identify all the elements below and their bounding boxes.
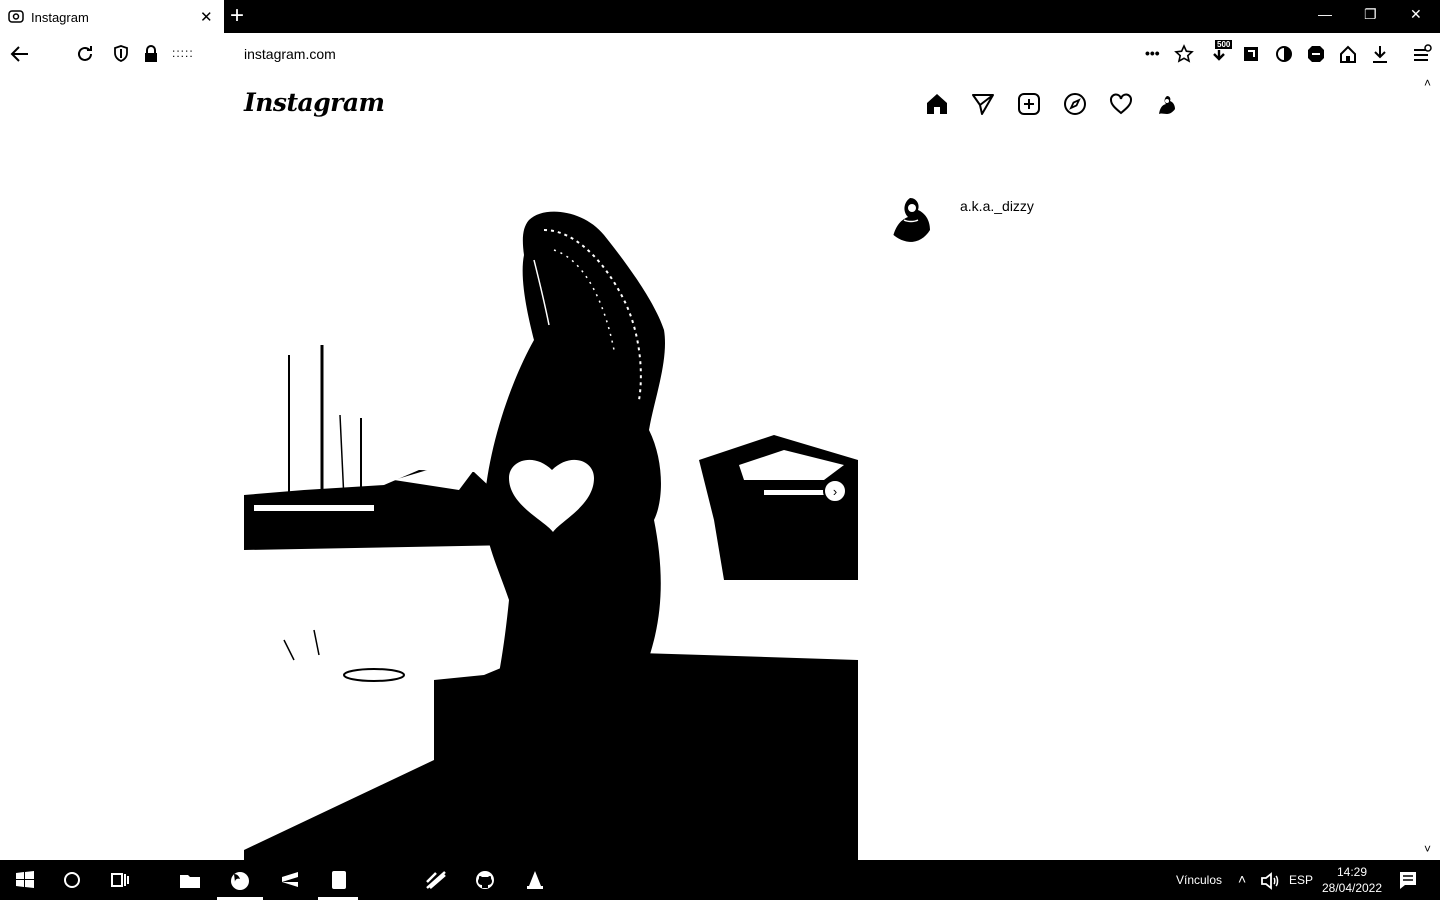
extension-icon[interactable] bbox=[1240, 43, 1262, 65]
home-icon[interactable] bbox=[1337, 43, 1359, 65]
profile-avatar-icon[interactable] bbox=[1155, 92, 1179, 116]
task-view-icon[interactable] bbox=[108, 868, 132, 892]
activity-heart-icon[interactable] bbox=[1109, 92, 1133, 116]
sublime-text-icon[interactable] bbox=[278, 868, 302, 892]
hamburger-menu-icon[interactable] bbox=[1410, 43, 1432, 65]
tab-instagram[interactable]: Instagram ✕ bbox=[0, 0, 224, 33]
shield-icon[interactable] bbox=[110, 43, 132, 65]
direct-message-icon[interactable] bbox=[971, 92, 995, 116]
links-toolbar-label[interactable]: Vínculos bbox=[1176, 873, 1222, 887]
close-window-button[interactable]: ✕ bbox=[1410, 6, 1422, 23]
notepad-icon[interactable] bbox=[327, 868, 351, 892]
instagram-logo[interactable]: Instagram bbox=[244, 88, 385, 117]
extension-badge: 500 bbox=[1214, 39, 1234, 50]
post-image[interactable] bbox=[244, 160, 858, 860]
browser-navbar: ::::: instagram.com ••• 500 bbox=[0, 33, 1440, 75]
vlc-icon[interactable] bbox=[523, 868, 547, 892]
tab-strip: Instagram ✕ + — ❐ ✕ bbox=[0, 0, 1440, 33]
input-language[interactable]: ESP bbox=[1289, 873, 1313, 887]
new-post-icon[interactable] bbox=[1017, 92, 1041, 116]
cortana-icon[interactable] bbox=[60, 868, 84, 892]
reload-icon[interactable] bbox=[74, 43, 96, 65]
volume-icon[interactable] bbox=[1258, 869, 1279, 890]
downloads-icon[interactable] bbox=[1369, 43, 1391, 65]
minimize-button[interactable]: — bbox=[1318, 6, 1332, 22]
tray-chevron-up-icon[interactable]: ˄ bbox=[1238, 871, 1246, 887]
page-actions-menu[interactable]: ••• bbox=[1145, 45, 1167, 67]
back-arrow-icon[interactable] bbox=[9, 43, 31, 65]
restore-button[interactable]: ❐ bbox=[1364, 6, 1377, 23]
url-masked: ::::: bbox=[172, 46, 194, 60]
scroll-up-arrow[interactable]: ˄ bbox=[1424, 76, 1431, 90]
home-icon[interactable] bbox=[925, 92, 949, 116]
lock-icon[interactable] bbox=[140, 43, 162, 65]
instagram-favicon-icon bbox=[8, 10, 24, 23]
windows-taskbar: Vínculos ˄ ESP 14:29 28/04/2022 bbox=[0, 860, 1440, 900]
new-tab-button[interactable]: + bbox=[230, 4, 244, 28]
clock-date: 28/04/2022 bbox=[1321, 881, 1383, 895]
windows-start-icon[interactable] bbox=[13, 868, 37, 892]
tab-close-icon[interactable]: ✕ bbox=[200, 8, 213, 26]
clock[interactable]: 14:29 28/04/2022 bbox=[1320, 864, 1384, 896]
app-icon[interactable] bbox=[424, 868, 448, 892]
file-explorer-icon[interactable] bbox=[178, 868, 202, 892]
clock-time: 14:29 bbox=[1336, 865, 1368, 879]
carousel-next-button[interactable]: › bbox=[823, 479, 847, 503]
address-bar[interactable]: instagram.com bbox=[244, 46, 336, 62]
notification-center-icon[interactable] bbox=[1396, 868, 1420, 892]
bookmark-star-icon[interactable] bbox=[1173, 43, 1195, 65]
scroll-down-arrow[interactable]: ˅ bbox=[1424, 842, 1431, 856]
firefox-icon[interactable] bbox=[228, 868, 252, 892]
post-author-avatar[interactable] bbox=[884, 186, 940, 242]
github-icon[interactable] bbox=[473, 868, 497, 892]
explore-icon[interactable] bbox=[1063, 92, 1087, 116]
tab-title: Instagram bbox=[31, 10, 89, 25]
post-author-username[interactable]: a.k.a._dizzy bbox=[960, 198, 1034, 214]
post-photo-illustration bbox=[244, 160, 858, 860]
adblock-icon[interactable] bbox=[1305, 43, 1327, 65]
dark-reader-icon[interactable] bbox=[1273, 43, 1295, 65]
